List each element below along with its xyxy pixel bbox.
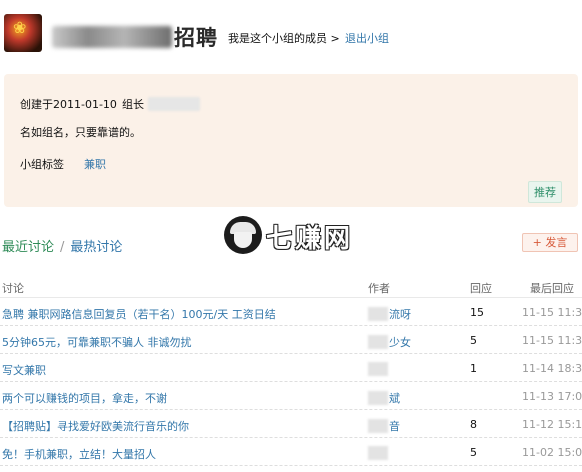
author-link[interactable]: 流呀 — [368, 306, 411, 322]
table-header: 讨论 作者 回应 最后回应 — [0, 274, 582, 298]
reply-count: 8 — [470, 418, 477, 431]
author-mask — [368, 446, 388, 460]
group-avatar[interactable]: ❀ — [4, 14, 42, 52]
watermark-text: 七赚网 — [266, 224, 354, 254]
author-link[interactable]: 音 — [368, 418, 400, 434]
last-reply-time: 11-13 17:05 — [522, 390, 582, 403]
watermark-face — [234, 232, 252, 248]
tab-separator: / — [60, 240, 65, 255]
topic-link[interactable]: 两个可以赚钱的项目，拿走，不谢 — [2, 390, 167, 406]
last-reply-time: 11-15 11:37 — [522, 306, 582, 319]
group-tag-label: 小组标签 — [20, 158, 64, 171]
header-author: 作者 — [368, 282, 390, 295]
topic-link[interactable]: 急聘 兼职网路信息回复员（若干名）100元/天 工资日结 — [2, 306, 276, 322]
discussion-table: 讨论 作者 回应 最后回应 急聘 兼职网路信息回复员（若干名）100元/天 工资… — [0, 274, 582, 466]
last-reply-time: 11-02 15:06 — [522, 446, 582, 459]
header-last-reply: 最后回应 — [530, 282, 574, 295]
created-date: 创建于2011-01-10 — [20, 98, 117, 111]
recommend-button[interactable]: 推荐 — [528, 181, 562, 203]
header-topic: 讨论 — [2, 282, 24, 295]
author-mask — [368, 391, 388, 405]
tab-hottest[interactable]: 最热讨论 — [70, 240, 122, 255]
author-name: 流呀 — [389, 308, 411, 321]
discussion-tabs: 最近讨论 / 最热讨论 — [2, 236, 122, 255]
table-row: 免！手机兼职，立结！大量招人 5 11-02 15:06 — [0, 438, 582, 466]
author-name: 音 — [389, 420, 400, 433]
group-title: 招聘 — [52, 22, 218, 52]
last-reply-time: 11-12 15:14 — [522, 418, 582, 431]
table-row: 急聘 兼职网路信息回复员（若干名）100元/天 工资日结 流呀 15 11-15… — [0, 298, 582, 326]
author-mask — [368, 335, 388, 349]
author-mask — [368, 362, 388, 376]
topic-link[interactable]: 【招聘贴】寻找爱好欧美流行音乐的你 — [2, 418, 189, 434]
tab-latest[interactable]: 最近讨论 — [2, 240, 54, 255]
leader-name-mask[interactable] — [148, 97, 200, 111]
author-mask — [368, 419, 388, 433]
last-reply-time: 11-14 18:31 — [522, 362, 582, 375]
topic-link[interactable]: 5分钟65元，可靠兼职不骗人 非诚勿扰 — [2, 334, 192, 350]
group-tag-link[interactable]: 兼职 — [84, 156, 106, 172]
last-reply-time: 11-15 11:33 — [522, 334, 582, 347]
author-name: 少女 — [389, 336, 411, 349]
blurred-title-part — [52, 26, 172, 48]
watermark: 七赚网 — [224, 216, 364, 260]
watermark-logo-icon — [224, 216, 262, 254]
group-name: 招聘 — [174, 26, 218, 50]
topic-link[interactable]: 免！手机兼职，立结！大量招人 — [2, 446, 156, 462]
author-link[interactable]: 少女 — [368, 334, 411, 350]
author-link[interactable] — [368, 446, 389, 460]
group-avatar-glyph: ❀ — [13, 18, 27, 37]
reply-count: 5 — [470, 334, 477, 347]
author-mask — [368, 307, 388, 321]
table-row: 5分钟65元，可靠兼职不骗人 非诚勿扰 少女 5 11-15 11:33 — [0, 326, 582, 354]
quit-group-link[interactable]: 退出小组 — [345, 30, 389, 46]
reply-count: 1 — [470, 362, 477, 375]
group-header: ❀ 招聘 我是这个小组的成员 > 退出小组 — [0, 0, 582, 66]
group-info-box: 创建于2011-01-10 组长 名如组名，只要靠谱的。 小组标签 兼职 推荐 — [4, 74, 578, 207]
topic-link[interactable]: 写文兼职 — [2, 362, 46, 378]
member-status: 我是这个小组的成员 > — [228, 32, 340, 45]
table-row: 【招聘贴】寻找爱好欧美流行音乐的你 音 8 11-12 15:14 — [0, 410, 582, 438]
header-replies: 回应 — [470, 282, 492, 295]
group-description: 名如组名，只要靠谱的。 — [20, 126, 141, 139]
author-link[interactable] — [368, 362, 389, 376]
author-name: 斌 — [389, 392, 400, 405]
author-link[interactable]: 斌 — [368, 390, 400, 406]
table-row: 写文兼职 1 11-14 18:31 — [0, 354, 582, 382]
group-leader: 组长 — [122, 96, 200, 112]
reply-count: 15 — [470, 306, 484, 319]
reply-count: 5 — [470, 446, 477, 459]
table-row: 两个可以赚钱的项目，拿走，不谢 斌 11-13 17:05 — [0, 382, 582, 410]
post-button[interactable]: + 发言 — [522, 233, 578, 252]
leader-label: 组长 — [122, 98, 144, 111]
